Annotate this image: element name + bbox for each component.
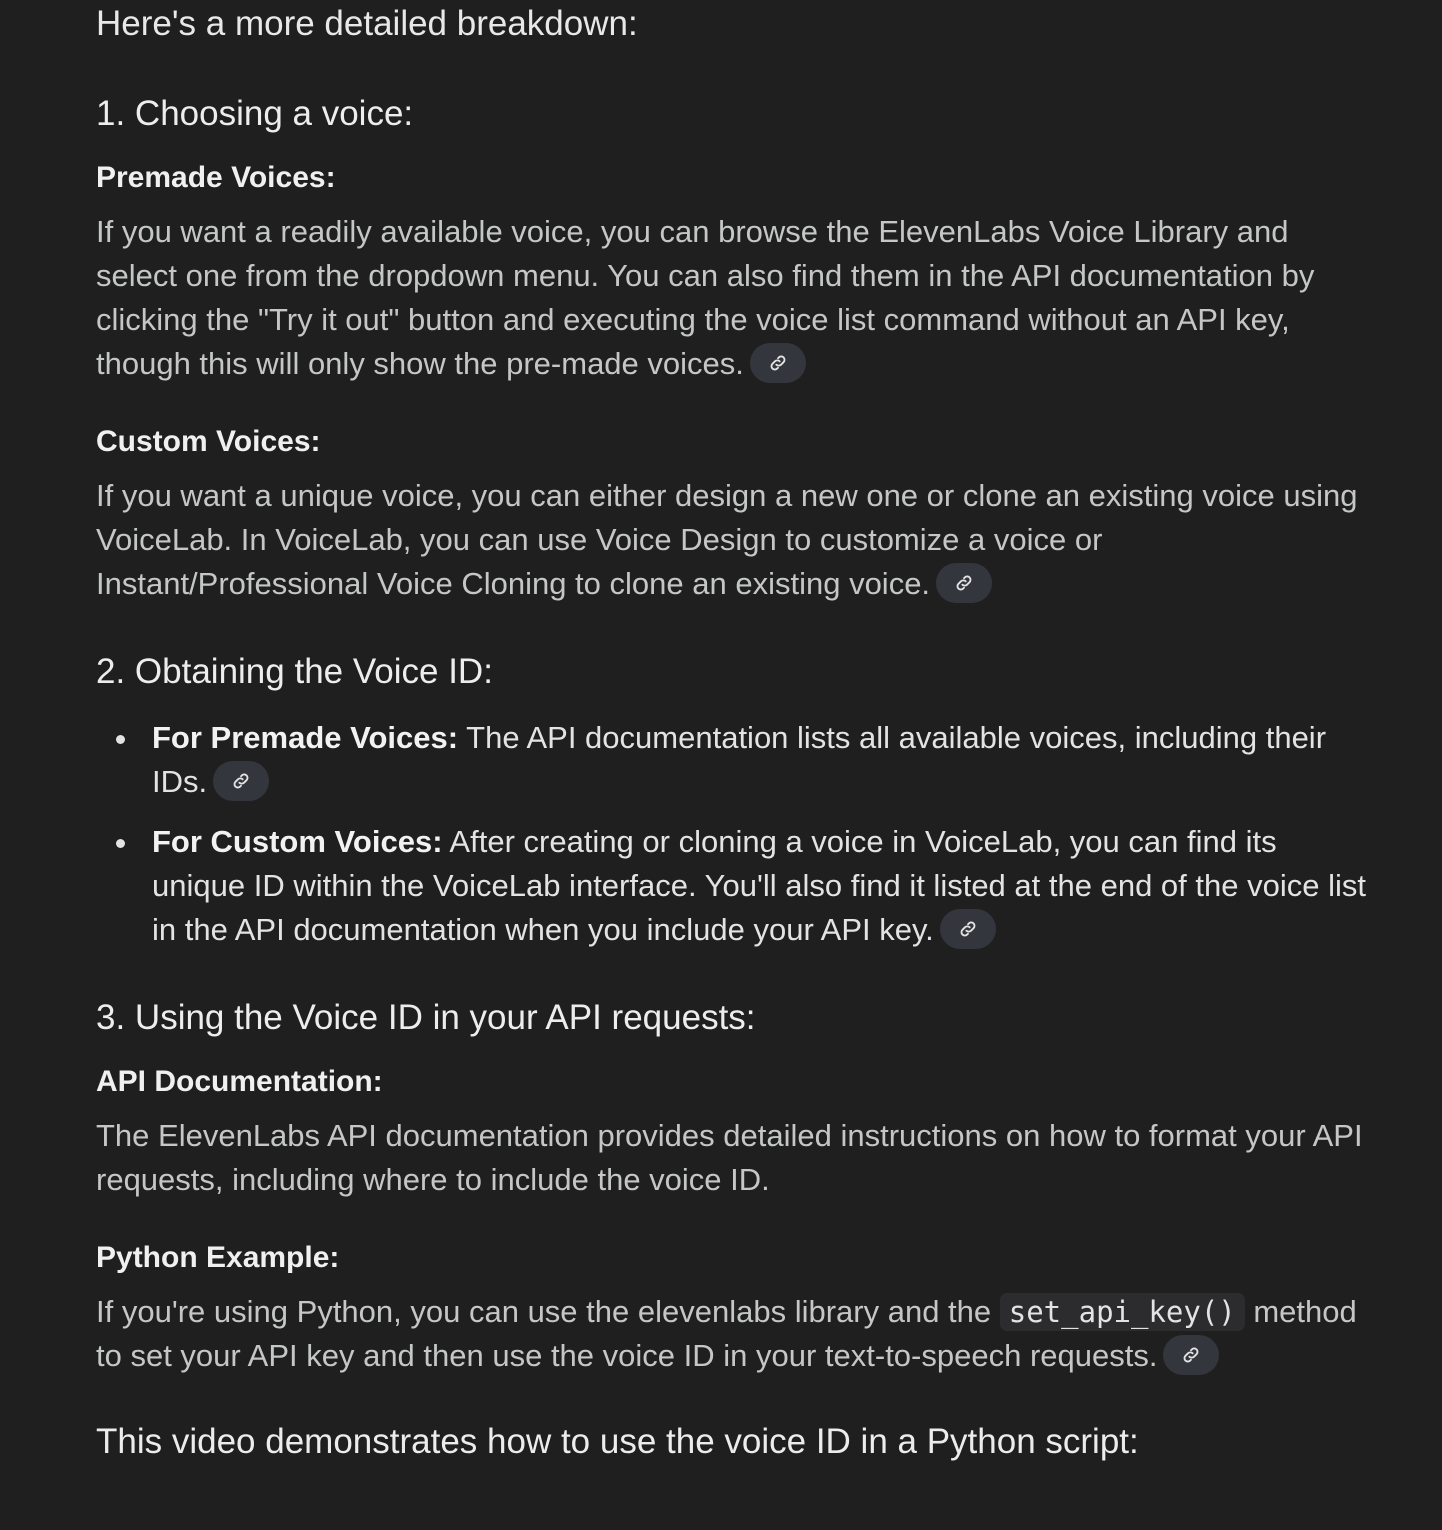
source-link-chip[interactable] (749, 342, 806, 383)
video-intro-text: This video demonstrates how to use the v… (96, 1422, 1139, 1461)
intro-text: Here's a more detailed breakdown: (96, 4, 638, 43)
source-link-chip[interactable] (936, 562, 993, 603)
python-example-text: If you're using Python, you can use the … (96, 1293, 1357, 1375)
api-documentation-text: The ElevenLabs API documentation provide… (96, 1118, 1363, 1197)
list-item: For Custom Voices: After creating or clo… (96, 820, 1366, 952)
link-icon (770, 355, 786, 371)
bullet-dot (116, 735, 125, 744)
section-title-choosing-voice: 1. Choosing a voice: (96, 94, 414, 133)
source-link-chip[interactable] (1163, 1334, 1220, 1375)
response-content: Here's a more detailed breakdown: 1. Cho… (96, 0, 1366, 1466)
subheading-api-documentation: API Documentation: (96, 1065, 383, 1098)
link-icon (1184, 1347, 1199, 1363)
link-icon (233, 773, 249, 789)
bullet-dot (116, 839, 125, 848)
list-item: For Premade Voices: The API documentatio… (96, 716, 1366, 804)
custom-voices-text: If you want a unique voice, you can eith… (96, 478, 1358, 603)
inline-code-set-api-key: set_api_key() (999, 1293, 1245, 1331)
premade-voices-text: If you want a readily available voice, y… (96, 214, 1315, 383)
subheading-custom-voices: Custom Voices: (96, 425, 321, 458)
section-title-using-voice-id: 3. Using the Voice ID in your API reques… (96, 998, 756, 1037)
voice-id-bullet-list: For Premade Voices: The API documentatio… (96, 716, 1366, 952)
subheading-python-example: Python Example: (96, 1241, 340, 1274)
link-icon (956, 575, 972, 591)
section-title-obtaining-voice-id: 2. Obtaining the Voice ID: (96, 652, 493, 691)
subheading-premade-voices: Premade Voices: (96, 161, 336, 194)
source-link-chip[interactable] (939, 908, 996, 949)
source-link-chip[interactable] (213, 760, 270, 801)
link-icon (960, 921, 976, 937)
